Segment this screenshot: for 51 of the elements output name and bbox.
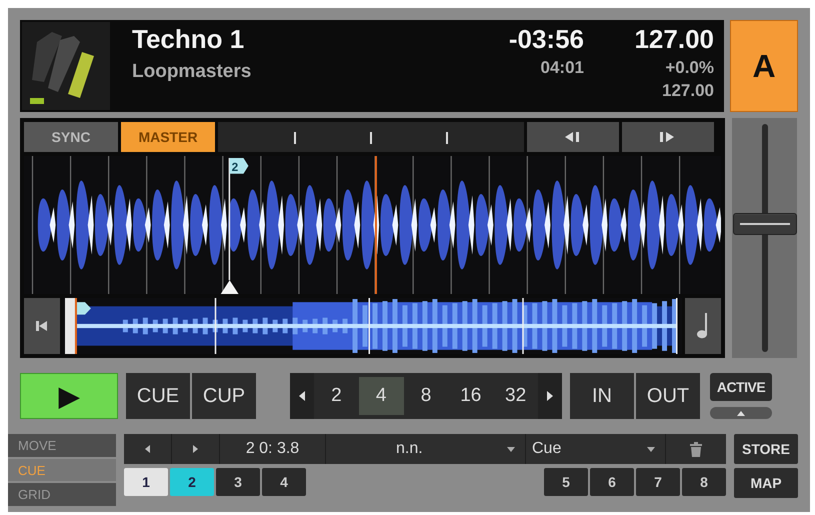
music-note-icon: [696, 313, 710, 339]
hotcue-button[interactable]: 6: [590, 468, 634, 496]
hotcue-button[interactable]: 8: [682, 468, 726, 496]
deck-letter[interactable]: A: [730, 20, 798, 112]
remaining-time: -03:56: [508, 24, 584, 55]
cue-button[interactable]: CUE: [126, 373, 190, 419]
beatjump-forward-button[interactable]: [622, 122, 714, 152]
hotcue-button[interactable]: 4: [262, 468, 306, 496]
hotcue-button[interactable]: 2: [170, 468, 214, 496]
caret-right-icon: [546, 391, 553, 401]
skip-start-icon: [36, 321, 48, 331]
loop-button[interactable]: IN: [570, 373, 634, 419]
pitch-value: +0.0%: [665, 58, 714, 78]
hotcue-button[interactable]: 5: [544, 468, 588, 496]
loop-active-button[interactable]: ACTIVE: [710, 373, 772, 401]
hotcue-button[interactable]: 7: [636, 468, 680, 496]
dropdown-arrow-icon: [647, 446, 655, 452]
loop-size-button[interactable]: 8: [404, 377, 448, 415]
jump-forward-icon: [660, 132, 676, 142]
loop-size-button[interactable]: 16: [448, 377, 494, 415]
loop-size-button[interactable]: 32: [493, 377, 538, 415]
expand-button[interactable]: [710, 407, 772, 419]
loop-size-button[interactable]: 2: [314, 377, 359, 415]
fader-handle[interactable]: [732, 213, 796, 236]
hotcue-button[interactable]: 3: [216, 468, 260, 496]
sync-button[interactable]: SYNC: [24, 122, 118, 152]
quantize-button[interactable]: [685, 298, 721, 354]
master-button[interactable]: MASTER: [121, 122, 215, 152]
total-time: 04:01: [540, 58, 584, 78]
skip-to-start-button[interactable]: [24, 298, 60, 354]
loop-next-button[interactable]: [538, 373, 562, 419]
caret-right-icon: [193, 445, 198, 453]
beatjump-back-button[interactable]: [527, 122, 619, 152]
loop-size-button[interactable]: 4: [358, 377, 404, 415]
artist-name: Loopmasters: [132, 61, 252, 83]
cue-button[interactable]: CUP: [192, 373, 256, 419]
loop-prev-button[interactable]: [290, 373, 314, 419]
hotcue-button[interactable]: 1: [124, 468, 168, 496]
caret-up-icon: [737, 410, 745, 416]
caret-left-icon: [299, 391, 305, 401]
dropdown-arrow-icon: [507, 446, 515, 452]
store-button[interactable]: STORE: [734, 434, 798, 464]
track-title: Techno 1: [132, 24, 246, 55]
caret-left-icon: [145, 445, 150, 453]
play-button[interactable]: ▶: [20, 373, 118, 419]
jump-back-icon: [565, 132, 581, 142]
base-bpm-value: 127.00: [662, 81, 714, 101]
trash-icon: [690, 442, 702, 456]
bpm-value: 127.00: [634, 24, 714, 55]
loop-button[interactable]: OUT: [636, 373, 700, 419]
map-button[interactable]: MAP: [734, 468, 798, 498]
